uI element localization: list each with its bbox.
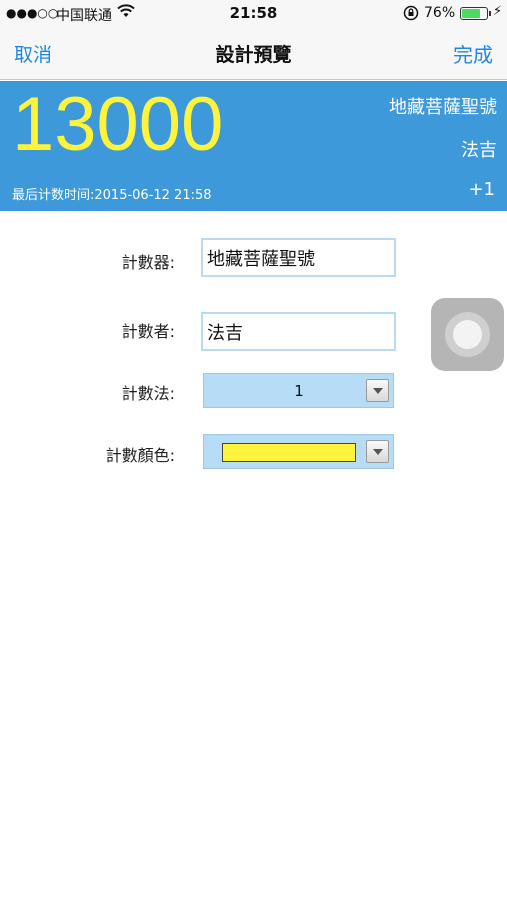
chevron-down-icon[interactable] bbox=[366, 440, 389, 463]
status-bar: ●●●○○ 中国联通 21:58 76% ⚡ bbox=[0, 0, 507, 28]
counter-name: 地藏菩薩聖號 bbox=[389, 97, 497, 118]
done-button[interactable]: 完成 bbox=[453, 39, 493, 68]
counter-person: 法吉 bbox=[461, 140, 497, 161]
counter-preview-panel[interactable]: 13000 地藏菩薩聖號 法吉 最后计数时间:2015-06-12 21:58 … bbox=[0, 81, 507, 211]
color-select[interactable] bbox=[203, 434, 394, 469]
color-label: 計數顏色: bbox=[105, 446, 175, 465]
battery-tip bbox=[489, 11, 491, 16]
chevron-down-icon[interactable] bbox=[366, 379, 389, 402]
battery-icon bbox=[460, 7, 488, 20]
navigation-bar: 取消 設計預覽 完成 bbox=[0, 28, 507, 80]
cancel-button[interactable]: 取消 bbox=[14, 40, 52, 67]
method-label: 計數法: bbox=[121, 384, 175, 403]
count-value: 13000 bbox=[12, 82, 224, 167]
count-step: +1 bbox=[468, 179, 495, 200]
page-title: 設計預覽 bbox=[215, 44, 292, 66]
last-count-time: 最后计数时间:2015-06-12 21:58 bbox=[12, 188, 212, 203]
assistive-touch-icon[interactable] bbox=[431, 298, 504, 371]
counter-person-input[interactable] bbox=[201, 312, 396, 351]
assistive-touch-core bbox=[453, 320, 482, 349]
battery-level bbox=[462, 9, 481, 18]
rotation-lock-icon bbox=[403, 5, 419, 21]
color-swatch bbox=[222, 443, 356, 462]
method-select[interactable]: 1 bbox=[203, 373, 394, 408]
battery-percent: 76% bbox=[424, 5, 456, 21]
counter-label: 計數器: bbox=[121, 253, 175, 272]
charging-bolt-icon: ⚡ bbox=[493, 4, 503, 19]
counter-name-input[interactable] bbox=[201, 238, 396, 277]
counter-person-label: 計數者: bbox=[121, 322, 175, 341]
assistive-touch-ring bbox=[445, 312, 490, 357]
